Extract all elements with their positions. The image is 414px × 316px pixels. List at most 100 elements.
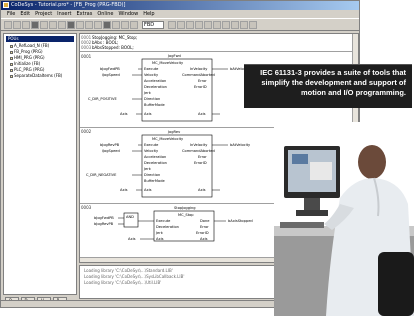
negate-icon[interactable] xyxy=(231,20,239,29)
step-in-icon[interactable] xyxy=(121,20,129,29)
input-icon[interactable] xyxy=(186,20,194,29)
find-icon[interactable] xyxy=(67,20,75,29)
constant[interactable]: C_DIR_POSITIVE xyxy=(88,97,117,101)
print-icon[interactable] xyxy=(31,20,39,29)
fb-output: Error xyxy=(198,79,207,83)
menu-online[interactable]: Online xyxy=(97,10,113,18)
fb-output: CommandAborted xyxy=(182,73,215,77)
decl-line: 0003 bAbsStopped: BOOL; xyxy=(81,45,134,50)
output-variable[interactable]: bAtVelocity xyxy=(230,143,251,147)
fb-type: MC_Stop xyxy=(178,213,194,217)
fb-type: MC_MoveVelocity xyxy=(152,61,184,65)
output-icon[interactable] xyxy=(195,20,203,29)
fb-axis-in: Axis xyxy=(156,237,164,241)
cut-icon[interactable] xyxy=(40,20,48,29)
menu-edit[interactable]: Edit xyxy=(20,10,30,18)
title-bar: CoDeSys - Tutorial.pro* - [FB_Prog (PRG-… xyxy=(1,1,359,10)
menu-bar: File Edit Project Insert Extras Online W… xyxy=(1,10,359,18)
screen-window xyxy=(292,154,308,164)
menu-project[interactable]: Project xyxy=(35,10,52,18)
keyboard xyxy=(280,222,324,228)
fb-input: BufferMode xyxy=(144,103,165,107)
fb-axis-out: Axis xyxy=(198,112,206,116)
axis-variable[interactable]: Axis xyxy=(128,237,136,241)
fb-axis-out: Axis xyxy=(200,237,208,241)
fb-input: Jerk xyxy=(143,91,152,95)
fb-input: Velocity xyxy=(144,149,159,153)
zoom-icon[interactable] xyxy=(249,20,257,29)
window-title: CoDeSys - Tutorial.pro* - [FB_Prog (PRG-… xyxy=(11,2,126,8)
menu-help[interactable]: Help xyxy=(143,10,154,18)
fb-input: Jerk xyxy=(155,231,164,235)
fb-instance-name: JogRev xyxy=(167,130,181,134)
fb-output: CommandAborted xyxy=(182,149,215,153)
axis-variable[interactable]: Axis xyxy=(120,112,128,116)
run-icon[interactable] xyxy=(94,20,102,29)
fb-output: InVelocity xyxy=(190,143,208,147)
fb-jogfwd[interactable]: JogFwd MC_MoveVelocity Execute Velocity … xyxy=(141,54,215,122)
tree-item[interactable]: SeparateDataItems (FB) xyxy=(6,73,74,79)
fb-axis-in: Axis xyxy=(144,188,152,192)
box-icon[interactable] xyxy=(177,20,185,29)
fb-input: Acceleration xyxy=(144,155,166,159)
chair xyxy=(378,252,414,316)
fb-output: Error xyxy=(200,225,209,229)
return-icon[interactable] xyxy=(213,20,221,29)
pou-icon xyxy=(10,56,13,60)
input-variable[interactable]: bJogRevPB xyxy=(94,222,114,226)
network-icon[interactable] xyxy=(168,20,176,29)
input-variable[interactable]: iJogSpeed xyxy=(102,73,120,77)
jump-icon[interactable] xyxy=(204,20,212,29)
new-file-icon[interactable] xyxy=(4,20,12,29)
menu-file[interactable]: File xyxy=(7,10,15,18)
monitor-base xyxy=(296,210,328,216)
input-variable[interactable]: bJogFwdPB xyxy=(94,216,114,220)
engineer-illustration xyxy=(274,122,414,316)
callout-text: IEC 61131-3 provides a suite of tools th… xyxy=(260,68,406,97)
comment-icon[interactable] xyxy=(222,20,230,29)
paste-icon[interactable] xyxy=(58,20,66,29)
fb-input: Jerk xyxy=(143,167,152,171)
logout-icon[interactable] xyxy=(85,20,93,29)
app-icon xyxy=(3,2,9,8)
menu-window[interactable]: Window xyxy=(118,10,138,18)
open-file-icon[interactable] xyxy=(13,20,21,29)
callout-banner: IEC 61131-3 provides a suite of tools th… xyxy=(244,64,412,108)
fb-output: ErrorID xyxy=(194,85,207,89)
output-variable[interactable]: bAxisStopped xyxy=(228,219,253,223)
fb-axis-out: Axis xyxy=(198,188,206,192)
input-variable[interactable]: bJogRevPB xyxy=(100,143,120,147)
fb-stopjogging[interactable]: StopJogging MC_Stop Execute Deceleration… xyxy=(153,206,215,242)
set-reset-icon[interactable] xyxy=(240,20,248,29)
input-variable[interactable]: iJogSpeed xyxy=(102,149,120,153)
menu-extras[interactable]: Extras xyxy=(77,10,93,18)
toolbar: FBD xyxy=(1,18,359,31)
pou-icon xyxy=(10,50,13,54)
constant[interactable]: C_DIR_NEGATIVE xyxy=(86,173,117,177)
fb-input: Deceleration xyxy=(144,85,167,89)
save-icon[interactable] xyxy=(22,20,30,29)
fb-input: Direction xyxy=(144,173,160,177)
screen-window xyxy=(310,162,332,180)
step-over-icon[interactable] xyxy=(112,20,120,29)
fb-jogrev[interactable]: JogRev MC_MoveVelocity Execute Velocity … xyxy=(141,130,215,198)
breakpoint-icon[interactable] xyxy=(130,20,138,29)
declaration-pane[interactable]: 0001 StopJogging: MC_Stop; 0002 bAbs : BOO… xyxy=(80,34,358,52)
menu-insert[interactable]: Insert xyxy=(57,10,71,18)
fb-input: Deceleration xyxy=(156,225,179,229)
language-select[interactable]: FBD xyxy=(142,20,164,29)
fb-input: Execute xyxy=(144,67,159,71)
fb-input: Deceleration xyxy=(144,161,167,165)
copy-icon[interactable] xyxy=(49,20,57,29)
head xyxy=(358,145,386,179)
and-gate[interactable]: AND xyxy=(123,212,139,228)
input-variable[interactable]: bJogFwdPB xyxy=(100,67,120,71)
fb-instance-name: StopJogging xyxy=(174,206,196,210)
tree-root-pous[interactable]: POUs xyxy=(6,36,74,42)
login-icon[interactable] xyxy=(76,20,84,29)
fb-axis-in: Axis xyxy=(144,112,152,116)
stop-icon[interactable] xyxy=(103,20,111,29)
axis-variable[interactable]: Axis xyxy=(120,188,128,192)
fb-input: Acceleration xyxy=(144,79,166,83)
fb-type: MC_MoveVelocity xyxy=(152,137,184,141)
